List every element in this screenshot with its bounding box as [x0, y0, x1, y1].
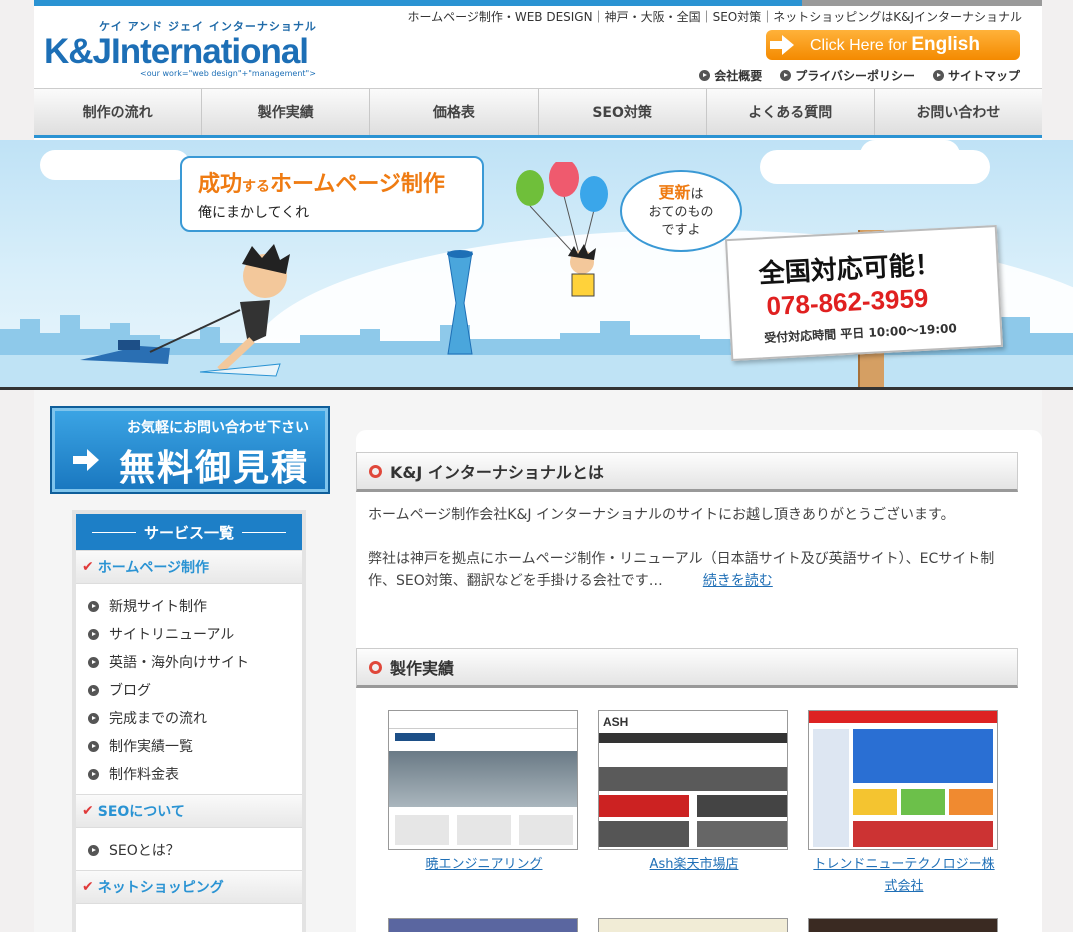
sublink-privacy[interactable]: プライバシーポリシー — [780, 67, 915, 84]
section-title-works: 製作実績 — [356, 648, 1018, 688]
estimate-big-text: 無料御見積 — [119, 448, 310, 489]
circle-arrow-icon — [88, 600, 99, 612]
circle-arrow-icon — [780, 70, 792, 81]
work-card: 暁エンジニアリング — [388, 710, 580, 898]
work-thumbnail[interactable]: ASH — [598, 710, 788, 850]
nav-seo[interactable]: SEO対策 — [539, 89, 707, 135]
work-thumbnail[interactable] — [808, 918, 998, 932]
header-top-bar-end — [802, 0, 1042, 6]
site-logo[interactable]: ケイ アンド ジェイ インターナショナル K&JInternational <o… — [44, 16, 344, 78]
circle-arrow-icon — [932, 70, 944, 81]
sidebar-item-new-site[interactable]: 新規サイト制作 — [88, 592, 302, 620]
sublink-sitemap[interactable]: サイトマップ — [932, 67, 1020, 84]
free-estimate-button[interactable]: お気軽にお問い合わせ下さい 無料御見積 — [50, 406, 330, 494]
circle-bullet-icon — [369, 660, 382, 674]
nav-contact[interactable]: お問い合わせ — [875, 89, 1042, 135]
sidebar-item-price[interactable]: 制作料金表 — [88, 760, 302, 788]
sidebar-list-homepage: 新規サイト制作 サイトリニューアル 英語・海外向けサイト ブログ 完成までの流れ… — [76, 584, 302, 794]
header-tagline: ホームページ制作・WEB DESIGN｜神戸・大阪・全国｜SEO対策｜ネットショ… — [407, 10, 1022, 24]
estimate-small-text: お気軽にお問い合わせ下さい — [127, 420, 309, 436]
english-button-label: Click Here for English — [810, 34, 980, 56]
wakeboarder-illustration — [80, 244, 290, 377]
sidebar-cat-homepage[interactable]: ✔ ホームページ制作 — [76, 550, 302, 584]
check-icon: ✔ — [82, 803, 94, 819]
cloud — [860, 140, 960, 170]
circle-arrow-icon — [88, 628, 99, 640]
about-text: ホームページ制作会社K&J インターナショナルのサイトにお越し頂きありがとうござ… — [368, 504, 1008, 592]
work-card: ASH Ash楽天市場店 — [598, 710, 790, 898]
english-prefix: Click Here for — [810, 37, 907, 54]
circle-arrow-icon — [88, 740, 99, 752]
balloons-illustration — [516, 162, 608, 297]
check-icon: ✔ — [82, 879, 94, 895]
work-thumbnail[interactable] — [808, 710, 998, 850]
circle-arrow-icon — [88, 684, 99, 696]
nav-price[interactable]: 価格表 — [370, 89, 539, 135]
sidebar-item-blog[interactable]: ブログ — [88, 676, 302, 704]
logo-tagline: <our work="web design"+"management"> — [140, 69, 316, 78]
nav-faq[interactable]: よくある質問 — [707, 89, 875, 135]
header-sublinks: 会社概要 プライバシーポリシー サイトマップ — [699, 67, 1020, 84]
work-caption[interactable]: 暁エンジニアリング — [388, 854, 580, 876]
arrow-right-icon — [770, 35, 796, 55]
works-grid-row-2 — [388, 918, 1008, 932]
content-area: K&J インターナショナルとは ホームページ制作会社K&J インターナショナルの… — [356, 430, 1042, 932]
work-thumbnail[interactable] — [388, 710, 578, 850]
circle-arrow-icon — [88, 768, 99, 780]
works-grid: 暁エンジニアリング ASH Ash楽天市場店 トレンドニューテクノロジー株式会社 — [388, 710, 1008, 898]
nav-flow[interactable]: 制作の流れ — [34, 89, 203, 135]
circle-bullet-icon — [369, 464, 382, 478]
nav-works[interactable]: 製作実績 — [202, 89, 371, 135]
sidebar-services: サービス一覧 ✔ ホームページ制作 新規サイト制作 サイトリニューアル 英語・海… — [72, 510, 306, 932]
work-card — [388, 918, 580, 932]
about-paragraph-1: ホームページ制作会社K&J インターナショナルのサイトにお越し頂きありがとうござ… — [368, 507, 955, 523]
arrow-right-icon — [73, 449, 101, 471]
port-tower-illustration — [447, 250, 473, 355]
work-card — [808, 918, 1000, 932]
main-area: お気軽にお問い合わせ下さい 無料御見積 サービス一覧 ✔ ホームページ制作 新規… — [34, 390, 1042, 932]
circle-arrow-icon — [88, 656, 99, 668]
sidebar-item-flow[interactable]: 完成までの流れ — [88, 704, 302, 732]
read-more-link[interactable]: 続きを読む — [703, 573, 773, 589]
global-nav: 制作の流れ 製作実績 価格表 SEO対策 よくある質問 お問い合わせ — [34, 88, 1042, 138]
work-card: トレンドニューテクノロジー株式会社 — [808, 710, 1000, 898]
circle-arrow-icon — [699, 70, 711, 81]
circle-arrow-icon — [88, 844, 99, 856]
sidebar-cat-shopping[interactable]: ✔ ネットショッピング — [76, 870, 302, 904]
section-title-about: K&J インターナショナルとは — [356, 452, 1018, 492]
work-caption[interactable]: Ash楽天市場店 — [598, 854, 790, 876]
english-site-button[interactable]: Click Here for English — [766, 30, 1020, 60]
sidebar-item-works[interactable]: 制作実績一覧 — [88, 732, 302, 760]
sign-hours: 受付対応時間 平日 10:00〜19:00 — [763, 321, 958, 346]
english-word: English — [911, 34, 980, 55]
sidebar-item-what-is-seo[interactable]: SEOとは？ — [88, 836, 302, 864]
work-thumbnail[interactable] — [388, 918, 578, 932]
phone-signboard: 全国対応可能！ 078-862-3959 受付対応時間 平日 10:00〜19:… — [724, 224, 1004, 362]
logo-name: K&JInternational — [44, 32, 309, 71]
sidebar-cat-seo[interactable]: ✔ SEOについて — [76, 794, 302, 828]
work-card — [598, 918, 790, 932]
bubble-headline: 成功するホームページ制作 — [198, 172, 445, 197]
sidebar-list-seo: SEOとは？ — [76, 828, 302, 870]
circle-arrow-icon — [88, 712, 99, 724]
about-paragraph-2: 弊社は神戸を拠点にホームページ制作・リニューアル（日本語サイト及び英語サイト）、… — [368, 551, 995, 589]
sidebar-item-english-site[interactable]: 英語・海外向けサイト — [88, 648, 302, 676]
hero-speech-bubble-update: 更新は おてのもの ですよ — [620, 170, 742, 252]
sublink-company[interactable]: 会社概要 — [699, 67, 762, 84]
hero-banner: 成功するホームページ制作 俺にまかしてくれ 更新は おてのもの ですよ 全国対応… — [0, 140, 1073, 390]
sidebar-item-renewal[interactable]: サイトリニューアル — [88, 620, 302, 648]
bubble-subline: 俺にまかしてくれ — [198, 205, 310, 221]
cloud — [40, 150, 190, 180]
check-icon: ✔ — [82, 559, 94, 575]
hero-speech-bubble-main: 成功するホームページ制作 俺にまかしてくれ — [180, 156, 484, 232]
work-thumbnail[interactable] — [598, 918, 788, 932]
work-caption[interactable]: トレンドニューテクノロジー株式会社 — [808, 854, 1000, 898]
sidebar-heading: サービス一覧 — [76, 514, 302, 550]
